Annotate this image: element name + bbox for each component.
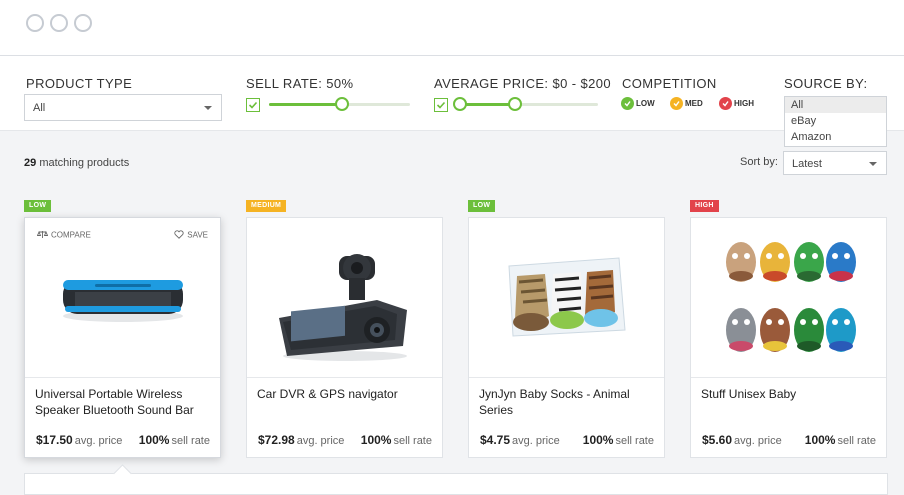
competition-badge: HIGH — [690, 200, 719, 212]
product-price: $72.98 avg. price — [258, 433, 345, 447]
competition-badge: LOW — [24, 200, 52, 212]
source-option-all[interactable]: All — [785, 97, 886, 113]
chevron-down-icon — [869, 162, 877, 166]
source-option-amazon[interactable]: Amazon — [785, 129, 886, 145]
window-control-minimize[interactable] — [50, 14, 68, 32]
average-price-slider-fill — [459, 103, 515, 106]
product-image-area[interactable] — [691, 218, 886, 378]
product-card[interactable]: Stuff Unisex Baby $5.60 avg. price 100% se… — [690, 217, 887, 458]
competition-badge: LOW — [468, 200, 496, 212]
product-type-select[interactable]: All — [24, 94, 222, 121]
baby-socks-image — [508, 257, 626, 337]
check-icon — [248, 101, 258, 109]
window-titlebar — [0, 0, 904, 56]
average-price-checkbox[interactable] — [434, 98, 448, 112]
product-card[interactable]: COMPARE SAVE Universal Portable Wireless… — [24, 217, 221, 458]
product-sell-rate: 100% sell rate — [804, 433, 876, 447]
source-by-label: SOURCE BY: — [784, 76, 868, 91]
product-type-label: PRODUCT TYPE — [26, 76, 133, 91]
product-price: $5.60 avg. price — [702, 433, 782, 447]
sell-rate-slider-handle[interactable] — [335, 97, 349, 111]
product-price: $4.75 avg. price — [480, 433, 560, 447]
product-card[interactable]: JynJyn Baby Socks - Animal Series $4.75 a… — [468, 217, 665, 458]
speaker-image — [63, 280, 183, 322]
product-image-area[interactable]: COMPARE SAVE — [25, 218, 220, 378]
competition-med-toggle[interactable]: MED — [670, 97, 703, 111]
competition-badge: MEDIUM — [246, 200, 287, 212]
sort-value: Latest — [792, 158, 822, 170]
chevron-down-icon — [204, 106, 212, 110]
product-sell-rate: 100% sell rate — [138, 433, 210, 447]
competition-label: COMPETITION — [622, 76, 717, 91]
sell-rate-slider-fill — [269, 103, 342, 106]
product-price: $17.50 avg. price — [36, 433, 123, 447]
product-image-area[interactable] — [469, 218, 664, 378]
product-sell-rate: 100% sell rate — [582, 433, 654, 447]
product-title[interactable]: Stuff Unisex Baby — [701, 386, 879, 402]
check-circle-icon — [621, 97, 634, 110]
window-control-close[interactable] — [26, 14, 44, 32]
sell-rate-value: 50% — [326, 76, 354, 91]
competition-high-toggle[interactable]: HIGH — [719, 97, 754, 111]
product-image-area[interactable] — [247, 218, 442, 378]
sell-rate-checkbox[interactable] — [246, 98, 260, 112]
product-title[interactable]: JynJyn Baby Socks - Animal Series — [479, 386, 657, 418]
source-option-ebay[interactable]: eBay — [785, 113, 886, 129]
window-control-maximize[interactable] — [74, 14, 92, 32]
product-detail-panel — [24, 473, 888, 495]
check-circle-icon — [719, 97, 732, 110]
baby-shoes-image — [726, 242, 856, 352]
competition-low-toggle[interactable]: LOW — [621, 97, 655, 111]
source-by-listbox[interactable]: All eBay Amazon — [784, 96, 887, 147]
filter-bar: PRODUCT TYPE All SELL RATE: 50% AVERAGE … — [0, 56, 904, 131]
product-card[interactable]: Car DVR & GPS navigator $72.98 avg. price… — [246, 217, 443, 458]
sort-select[interactable]: Latest — [783, 151, 887, 175]
check-circle-icon — [670, 97, 683, 110]
product-title[interactable]: Car DVR & GPS navigator — [257, 386, 435, 402]
average-price-min-handle[interactable] — [453, 97, 467, 111]
sort-label: Sort by: — [740, 156, 778, 168]
average-price-value: $0 - $200 — [552, 76, 612, 91]
results-count: 29 matching products — [24, 157, 130, 169]
average-price-label: AVERAGE PRICE: $0 - $200 — [434, 76, 612, 91]
average-price-max-handle[interactable] — [508, 97, 522, 111]
product-type-value: All — [33, 102, 46, 114]
check-icon — [436, 101, 446, 109]
sell-rate-label: SELL RATE: 50% — [246, 76, 354, 91]
dashcam-image — [279, 254, 407, 361]
product-sell-rate: 100% sell rate — [360, 433, 432, 447]
product-title[interactable]: Universal Portable Wireless Speaker Blue… — [35, 386, 213, 418]
